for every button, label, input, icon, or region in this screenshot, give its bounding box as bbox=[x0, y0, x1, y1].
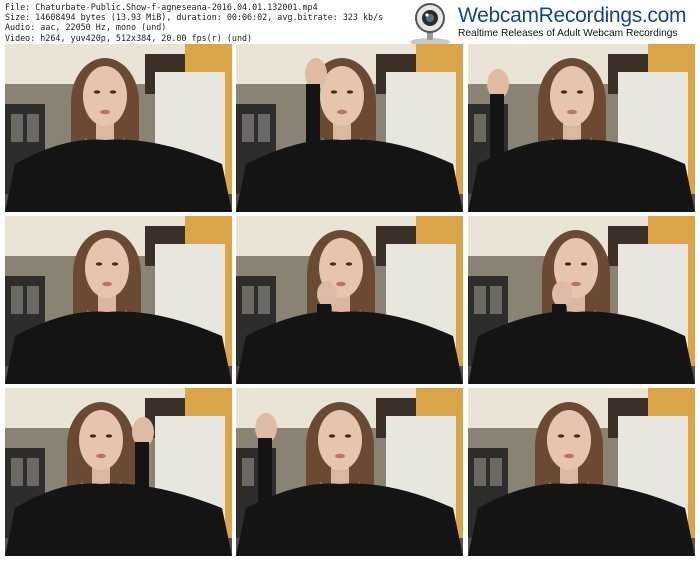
thumbnail-4[interactable] bbox=[5, 216, 232, 384]
webcam-icon bbox=[410, 3, 450, 46]
file-size-line: Size: 14608494 bytes (13.93 MiB), durati… bbox=[5, 12, 384, 23]
video-frame bbox=[5, 216, 232, 384]
thumbnail-2[interactable] bbox=[236, 44, 463, 212]
video-frame bbox=[468, 44, 695, 212]
thumbnail-5[interactable] bbox=[236, 216, 463, 384]
thumbnail-9[interactable] bbox=[468, 388, 695, 556]
file-name-line: File: Chaturbate-Public.Show-f-agneseana… bbox=[5, 2, 318, 12]
video-frame bbox=[236, 44, 463, 212]
video-frame bbox=[468, 388, 695, 556]
logo-tagline: Realtime Releases of Adult Webcam Record… bbox=[458, 28, 678, 39]
audio-info-line: Audio: aac, 22050 Hz, mono (und) bbox=[5, 22, 167, 33]
video-frame bbox=[236, 388, 463, 556]
logo-title: WebcamRecordings.com bbox=[458, 4, 687, 27]
video-frame bbox=[5, 44, 232, 212]
site-logo: WebcamRecordings.com Realtime Releases o… bbox=[400, 2, 696, 46]
thumbnail-8[interactable] bbox=[236, 388, 463, 556]
thumbnail-6[interactable] bbox=[468, 216, 695, 384]
file-info: File: Chaturbate-Public.Show-f-agneseana… bbox=[5, 2, 383, 43]
video-frame bbox=[5, 388, 232, 556]
video-info-line: Video: h264, yuv420p, 512x384, 20.00 fps… bbox=[5, 32, 253, 43]
thumbnail-7[interactable] bbox=[5, 388, 232, 556]
thumbnail-1[interactable] bbox=[5, 44, 232, 212]
video-frame bbox=[236, 216, 463, 384]
thumbnail-3[interactable] bbox=[468, 44, 695, 212]
video-frame bbox=[468, 216, 695, 384]
